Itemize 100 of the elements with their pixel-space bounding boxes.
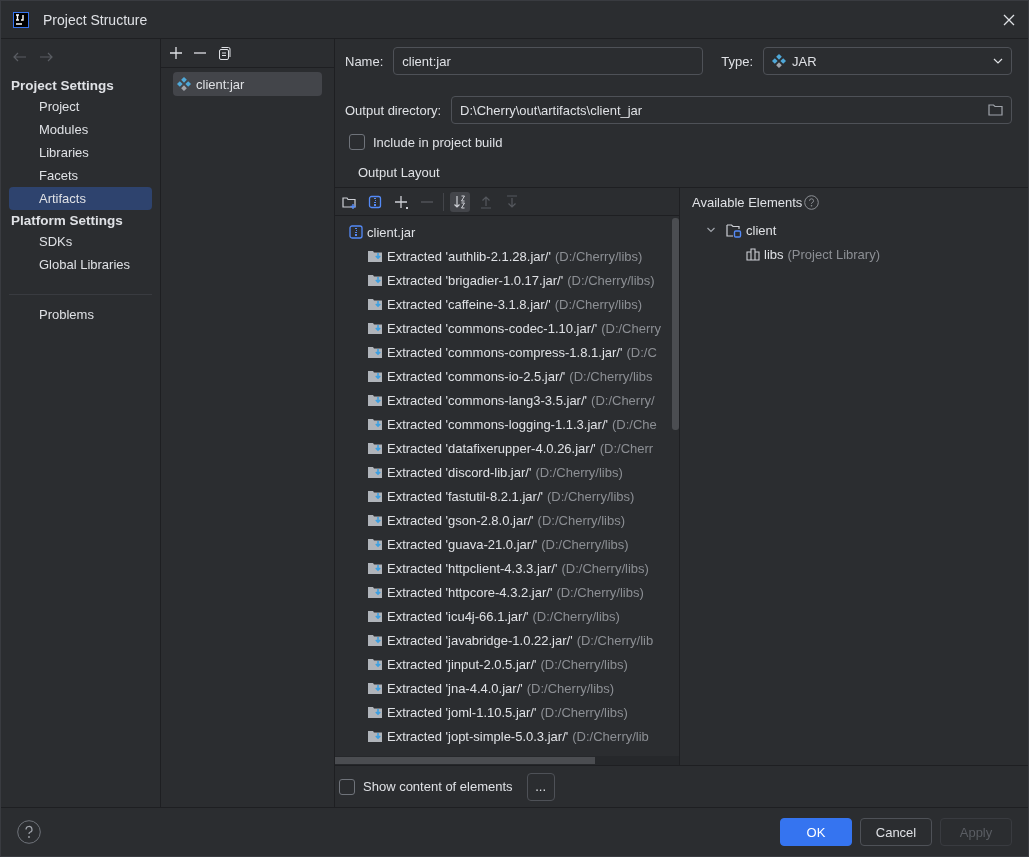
tree-item[interactable]: Extracted 'caffeine-3.1.8.jar/' [387,296,551,312]
path-hint: (D:/C [626,344,657,360]
path-hint: (D:/Cherry/libs) [540,704,628,720]
tree-item[interactable]: Extracted 'discord-lib.jar/' [387,464,532,480]
extracted-folder-icon [368,465,383,479]
close-icon[interactable] [1002,12,1016,27]
sidebar-item[interactable]: Global Libraries [9,253,152,276]
sidebar-item[interactable]: Libraries [9,141,152,164]
tree-item[interactable]: Extracted 'commons-lang3-3.5.jar/' [387,392,588,408]
path-hint: (D:/Cherr [599,440,654,456]
path-hint: (D:/Cherry/libs) [547,488,635,504]
path-hint: (D:/Cherry/ [591,392,655,408]
path-hint: (D:/Cherry/libs) [532,608,620,624]
tree-item[interactable]: Extracted 'joml-1.10.5.jar/' [387,704,537,720]
extracted-folder-icon [368,657,383,671]
extracted-folder-icon [368,705,383,719]
tree-item[interactable]: Extracted 'icu4j-66.1.jar/' [387,608,529,624]
tree-item[interactable]: Extracted 'commons-logging-1.1.3.jar/' [387,416,608,432]
path-hint: (D:/Cherry/libs) [541,536,629,552]
path-hint: (D:/Cherry/libs) [554,248,643,264]
panel-title: Available Elements [692,194,803,210]
section-heading: Project Settings [10,77,115,95]
back-arrow-icon[interactable] [13,51,27,63]
tree-item[interactable]: Extracted 'commons-codec-1.10.jar/' [387,320,598,336]
extracted-folder-icon [368,345,383,359]
path-hint: (D:/Cherry/libs) [567,272,655,288]
artifact-item[interactable]: client:jar [173,72,322,96]
help-icon[interactable] [17,820,41,844]
extracted-folder-icon [368,441,383,455]
ok-button[interactable]: OK [780,818,852,846]
path-hint: (D:/Cherry/libs) [556,584,644,600]
extracted-folder-icon [368,681,383,695]
forward-arrow-icon[interactable] [39,51,53,63]
tree-item[interactable]: Extracted 'jna-4.4.0.jar/' [387,680,523,696]
extracted-folder-icon [368,297,383,311]
tree-item[interactable]: Extracted 'httpclient-4.3.3.jar/' [387,560,558,576]
add-icon[interactable] [169,46,183,60]
tree-item[interactable]: Extracted 'jinput-2.0.5.jar/' [387,656,537,672]
path-hint: (D:/Cherry/libs) [554,296,643,312]
tree-item[interactable]: Extracted 'brigadier-1.0.17.jar/' [387,272,564,288]
window-title: Project Structure [43,11,148,28]
sidebar-item[interactable]: Facets [9,164,152,187]
path-hint: (D:/Che [612,416,657,432]
path-hint: (D:/Cherry/lib [576,632,654,648]
extracted-folder-icon [368,249,383,263]
sort-icon[interactable] [450,191,470,212]
tree-item[interactable]: client.jar [367,224,416,240]
extracted-folder-icon [368,585,383,599]
path-hint: (D:/Cherry/libs [569,368,653,384]
path-hint: (D:/Cherry/libs) [535,464,623,480]
extracted-folder-icon [368,537,383,551]
tree-item[interactable]: Extracted 'jopt-simple-5.0.3.jar/' [387,728,569,744]
sidebar-item[interactable]: Artifacts [9,187,152,210]
sidebar-item[interactable]: SDKs [9,230,152,253]
dialog-button[interactable]: Cancel [860,818,932,846]
extracted-folder-icon [368,609,383,623]
checkbox[interactable] [349,134,365,150]
sidebar-item[interactable]: Problems [9,303,152,326]
jar-icon [177,77,191,91]
extracted-folder-icon [368,561,383,575]
library-icon [746,247,760,261]
sidebar-item[interactable]: Modules [9,118,152,141]
extracted-folder-icon [368,321,383,335]
tree-item[interactable]: Extracted 'commons-compress-1.8.1.jar/' [387,344,623,360]
vertical-scrollbar[interactable] [672,218,679,430]
path-hint: (D:/Cherry/lib [572,728,649,744]
tree-item[interactable]: libs [764,246,784,262]
extracted-folder-icon [368,369,383,383]
path-hint: (D:/Cherry/libs) [561,560,649,576]
sidebar-item[interactable]: Project [9,95,152,118]
extracted-folder-icon [368,417,383,431]
tree-item[interactable]: Extracted 'datafixerupper-4.0.26.jar/' [387,440,596,456]
horizontal-scrollbar[interactable] [335,757,595,764]
tree-item[interactable]: Extracted 'httpcore-4.3.2.jar/' [387,584,553,600]
extracted-folder-icon [368,273,383,287]
archive-icon [349,225,363,239]
help-icon[interactable] [804,194,820,210]
tree-item[interactable]: Extracted 'javabridge-1.0.22.jar/' [387,632,573,648]
jar-icon [772,54,787,68]
tree-item[interactable]: Extracted 'authlib-2.1.28.jar/' [387,248,551,264]
type-dropdown[interactable]: JAR [763,47,1012,75]
section-title: Output Layout [358,165,440,180]
name-label: Name: [345,53,384,69]
library-hint: (Project Library) [787,246,880,262]
copy-icon[interactable] [217,46,231,60]
name-field[interactable]: client:jar [393,47,704,75]
output-directory-field[interactable]: D:\Cherry\out\artifacts\client_jar [451,96,1012,124]
checkbox[interactable] [339,778,355,795]
path-hint: (D:/Cherry/libs) [540,656,628,672]
chevron-icon[interactable] [706,225,716,235]
tree-item[interactable]: Extracted 'commons-io-2.5.jar/' [387,368,566,384]
folder-icon[interactable] [988,104,1003,116]
tree-item[interactable]: Extracted 'gson-2.8.0.jar/' [387,512,534,528]
tree-item[interactable]: Extracted 'guava-21.0.jar/' [387,536,538,552]
tree-item[interactable]: Extracted 'fastutil-8.2.1.jar/' [387,488,543,504]
extracted-folder-icon [368,633,383,647]
more-button[interactable]: ... [526,772,555,801]
extracted-folder-icon [368,393,383,407]
path-hint: (D:/Cherry/libs) [526,680,615,696]
tree-item[interactable]: client [746,222,777,238]
